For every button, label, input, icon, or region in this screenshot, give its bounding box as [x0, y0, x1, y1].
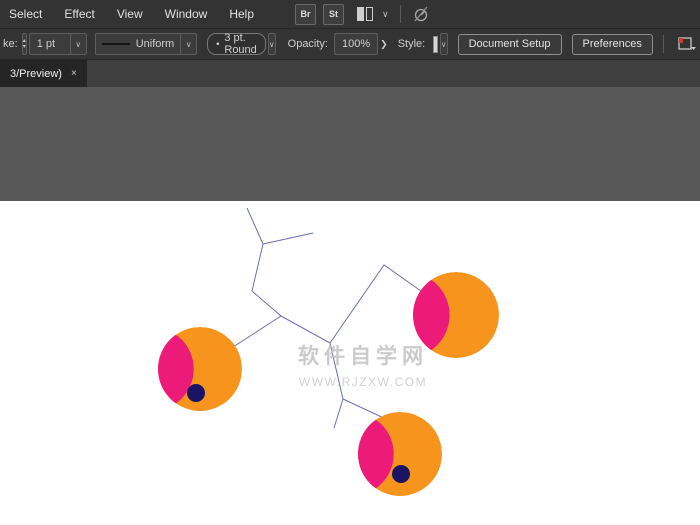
close-icon[interactable]: ×: [71, 68, 77, 79]
style-swatch[interactable]: [433, 36, 438, 53]
document-setup-button[interactable]: Document Setup: [458, 34, 562, 55]
menu-select[interactable]: Select: [0, 0, 53, 28]
menu-bar-icons: Br St ∨: [295, 4, 430, 25]
opacity-options-arrow-icon[interactable]: ❯: [380, 34, 388, 54]
illustrator-window: Select Effect View Window Help Br St ∨ k…: [0, 0, 700, 525]
stem-path[interactable]: [263, 233, 313, 244]
style-label: Style:: [398, 38, 426, 50]
brush-definition-value: 3 pt. Round: [224, 32, 256, 56]
stem-path[interactable]: [281, 265, 421, 343]
cherry-shape[interactable]: [364, 272, 499, 358]
cherry-seed-dot[interactable]: [392, 465, 410, 483]
strokes-badge-icon[interactable]: St: [323, 4, 344, 25]
menu-help[interactable]: Help: [218, 0, 265, 28]
document-tab-bar: 3/Preview) ×: [0, 60, 700, 87]
panel-layout-icon[interactable]: [357, 7, 375, 21]
opacity-value[interactable]: 100%: [335, 38, 377, 50]
document-tab[interactable]: 3/Preview) ×: [0, 60, 87, 87]
workspace-switcher-icon[interactable]: [677, 35, 697, 53]
menu-effect[interactable]: Effect: [53, 0, 105, 28]
cherry-seed-dot[interactable]: [187, 384, 205, 402]
stem-path[interactable]: [343, 399, 386, 419]
width-profile-value: Uniform: [136, 38, 181, 50]
chevron-down-icon[interactable]: ∨: [440, 33, 448, 55]
brush-definition-dropdown[interactable]: • 3 pt. Round: [207, 33, 266, 55]
gpu-performance-icon[interactable]: [412, 5, 430, 23]
stem-path[interactable]: [233, 208, 281, 347]
separator: [400, 5, 401, 23]
variable-width-profile-dropdown[interactable]: Uniform ∨: [95, 33, 198, 55]
chevron-down-icon[interactable]: ∨: [382, 10, 389, 19]
stroke-weight-stepper[interactable]: ▴ ▾: [22, 33, 27, 55]
step-down-icon[interactable]: ▾: [23, 44, 26, 50]
menu-bar: Select Effect View Window Help Br St ∨: [0, 0, 700, 29]
cherry-shape[interactable]: [310, 412, 442, 496]
width-profile-icon: [102, 43, 130, 45]
chevron-down-icon[interactable]: ∨: [180, 34, 196, 54]
stem-path[interactable]: [330, 343, 343, 428]
stroke-label: ke:: [3, 38, 18, 50]
cherry-artwork-svg[interactable]: [0, 201, 700, 525]
opacity-label: Opacity:: [288, 38, 328, 50]
canvas-workspace[interactable]: 软件自学网 WWW.RJZXW.COM: [0, 87, 700, 525]
brushes-badge-icon[interactable]: Br: [295, 4, 316, 25]
menu-window[interactable]: Window: [154, 0, 219, 28]
menu-list: Select Effect View Window Help: [0, 0, 265, 28]
chevron-down-icon[interactable]: ∨: [268, 33, 276, 55]
chevron-down-icon[interactable]: ∨: [70, 34, 86, 54]
document-tab-label: 3/Preview): [10, 68, 62, 80]
opacity-field[interactable]: 100%: [334, 33, 378, 55]
control-bar: ke: ▴ ▾ 1 pt ∨ Uniform ∨ • 3 pt. Round ∨…: [0, 29, 700, 60]
cherry-shape[interactable]: [110, 327, 242, 411]
brush-dot-icon: •: [216, 39, 219, 49]
stroke-weight-field[interactable]: 1 pt ∨: [29, 33, 87, 55]
preferences-button[interactable]: Preferences: [572, 34, 653, 55]
menu-view[interactable]: View: [106, 0, 154, 28]
stroke-weight-value[interactable]: 1 pt: [30, 38, 70, 50]
